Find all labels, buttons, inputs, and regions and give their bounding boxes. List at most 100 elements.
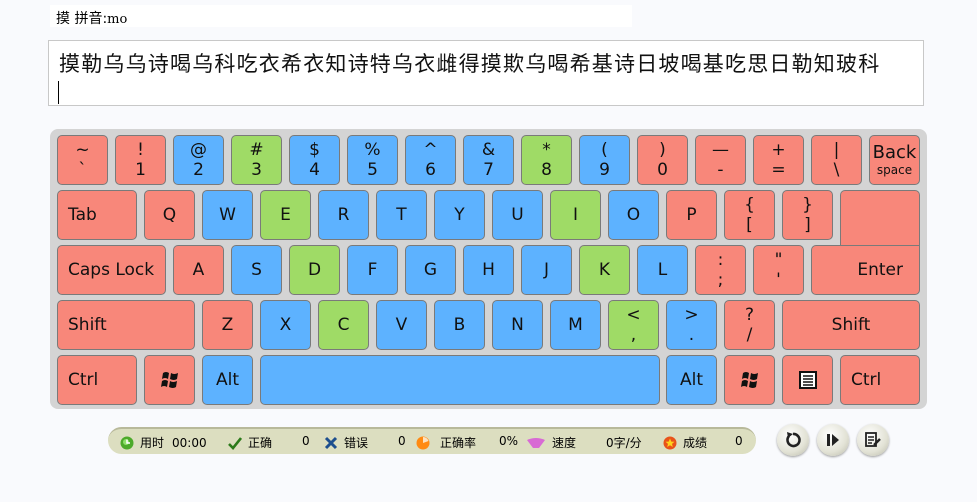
speed-label: 速度 (552, 436, 577, 450)
restart-button[interactable] (777, 424, 809, 456)
key-shift-label: < (626, 304, 641, 325)
key-minus[interactable]: — - (695, 135, 746, 185)
key-right-bracket[interactable]: }] (782, 190, 833, 240)
key-m[interactable]: M (550, 300, 601, 350)
key-shift-right[interactable]: Shift (782, 300, 920, 350)
pause-button[interactable] (817, 424, 849, 456)
key-k[interactable]: K (579, 245, 630, 295)
key-shift-label: > (684, 304, 699, 325)
key-ctrl-left[interactable]: Ctrl (57, 355, 137, 405)
key-a[interactable]: A (173, 245, 224, 295)
key-period[interactable]: >. (666, 300, 717, 350)
stat-accuracy: 正确率 (416, 434, 476, 451)
key-tab[interactable]: Tab (57, 190, 137, 240)
key-main-label: , (630, 324, 637, 345)
star-medal-icon (663, 436, 677, 449)
stat-score: 成绩 (663, 434, 707, 451)
current-char: 摸 (56, 11, 70, 27)
key-space[interactable] (260, 355, 660, 405)
key-main-label: . (688, 324, 695, 345)
key-u[interactable]: U (492, 190, 543, 240)
key-2[interactable]: @2 (173, 135, 224, 185)
key-r[interactable]: R (318, 190, 369, 240)
key-main-label: 1 (135, 159, 146, 180)
correct-label: 正确 (248, 436, 273, 450)
practice-textbox[interactable]: 摸勒乌乌诗喝乌科吃衣希衣知诗特乌衣雌得摸欺乌喝希基诗日坡喝基吃思日勒知玻科 (48, 40, 924, 106)
key-4[interactable]: $4 (289, 135, 340, 185)
key-d[interactable]: D (289, 245, 340, 295)
key-main-label: 8 (541, 159, 552, 180)
correct-value: 0 (302, 434, 310, 448)
error-label: 错误 (344, 436, 369, 450)
key-i[interactable]: I (550, 190, 601, 240)
score-label: 成绩 (683, 436, 708, 450)
windows-logo-icon (740, 372, 758, 388)
key-main-label: 7 (483, 159, 494, 180)
key-shift-label: ^ (423, 139, 438, 160)
key-slash[interactable]: ? / (724, 300, 775, 350)
key-shift-label: | (833, 139, 840, 160)
key-s[interactable]: S (231, 245, 282, 295)
key-shift-label: * (542, 139, 551, 160)
key-alt-right[interactable]: Alt (666, 355, 717, 405)
key-main-label: / (746, 324, 753, 345)
key-h[interactable]: H (463, 245, 514, 295)
key-j[interactable]: J (521, 245, 572, 295)
key-x[interactable]: X (260, 300, 311, 350)
key-comma[interactable]: <, (608, 300, 659, 350)
practice-text: 摸勒乌乌诗喝乌科吃衣希衣知诗特乌衣雌得摸欺乌喝希基诗日坡喝基吃思日勒知玻科 (59, 52, 881, 76)
key-7[interactable]: & 7 (463, 135, 514, 185)
key-6[interactable]: ^ 6 (405, 135, 456, 185)
key-enter[interactable]: Enter (811, 245, 920, 295)
key-e[interactable]: E (260, 190, 311, 240)
key-l[interactable]: L (637, 245, 688, 295)
key-shift-label: ~ (75, 139, 90, 160)
key-shift-left[interactable]: Shift (57, 300, 195, 350)
key-enter-upper[interactable] (840, 190, 920, 248)
key-c[interactable]: C (318, 300, 369, 350)
cross-icon (324, 436, 338, 449)
key-win-left[interactable] (144, 355, 195, 405)
key-main-label: 6 (425, 159, 436, 180)
key-main-label: = (771, 159, 786, 180)
key-0[interactable]: ) 0 (637, 135, 688, 185)
key-o[interactable]: O (608, 190, 659, 240)
key-backslash[interactable]: | \ (811, 135, 862, 185)
restart-icon (786, 432, 801, 448)
key-left-bracket[interactable]: {[ (724, 190, 775, 240)
key-9[interactable]: (9 (579, 135, 630, 185)
key-n[interactable]: N (492, 300, 543, 350)
key-caps-lock[interactable]: Caps Lock (57, 245, 166, 295)
key-equals[interactable]: + = (753, 135, 804, 185)
key-y[interactable]: Y (434, 190, 485, 240)
key-semicolon[interactable]: :; (695, 245, 746, 295)
key-f[interactable]: F (347, 245, 398, 295)
key-5[interactable]: % 5 (347, 135, 398, 185)
key-main-label: - (717, 159, 724, 180)
key-g[interactable]: G (405, 245, 456, 295)
key-v[interactable]: V (376, 300, 427, 350)
key-backspace[interactable]: Back space (869, 135, 920, 185)
key-1[interactable]: ! 1 (115, 135, 166, 185)
key-q[interactable]: Q (144, 190, 195, 240)
key-3[interactable]: #3 (231, 135, 282, 185)
key-p[interactable]: P (666, 190, 717, 240)
key-quote[interactable]: " ' (753, 245, 804, 295)
report-button[interactable] (857, 424, 889, 456)
key-alt-left[interactable]: Alt (202, 355, 253, 405)
key-t[interactable]: T (376, 190, 427, 240)
key-win-right[interactable] (724, 355, 775, 405)
key-z[interactable]: Z (202, 300, 253, 350)
key-ctrl-right[interactable]: Ctrl (840, 355, 920, 405)
key-shift-label: # (249, 139, 264, 160)
input-caret[interactable] (58, 81, 59, 104)
key-8[interactable]: * 8 (521, 135, 572, 185)
stat-error: 错误 (324, 434, 368, 451)
clock-icon (120, 436, 134, 449)
key-w[interactable]: W (202, 190, 253, 240)
key-menu[interactable] (782, 355, 833, 405)
key-backtick[interactable]: ~ ` (57, 135, 108, 185)
score-value: 0 (735, 434, 743, 448)
key-b[interactable]: B (434, 300, 485, 350)
key-main-label: ' (776, 269, 781, 290)
